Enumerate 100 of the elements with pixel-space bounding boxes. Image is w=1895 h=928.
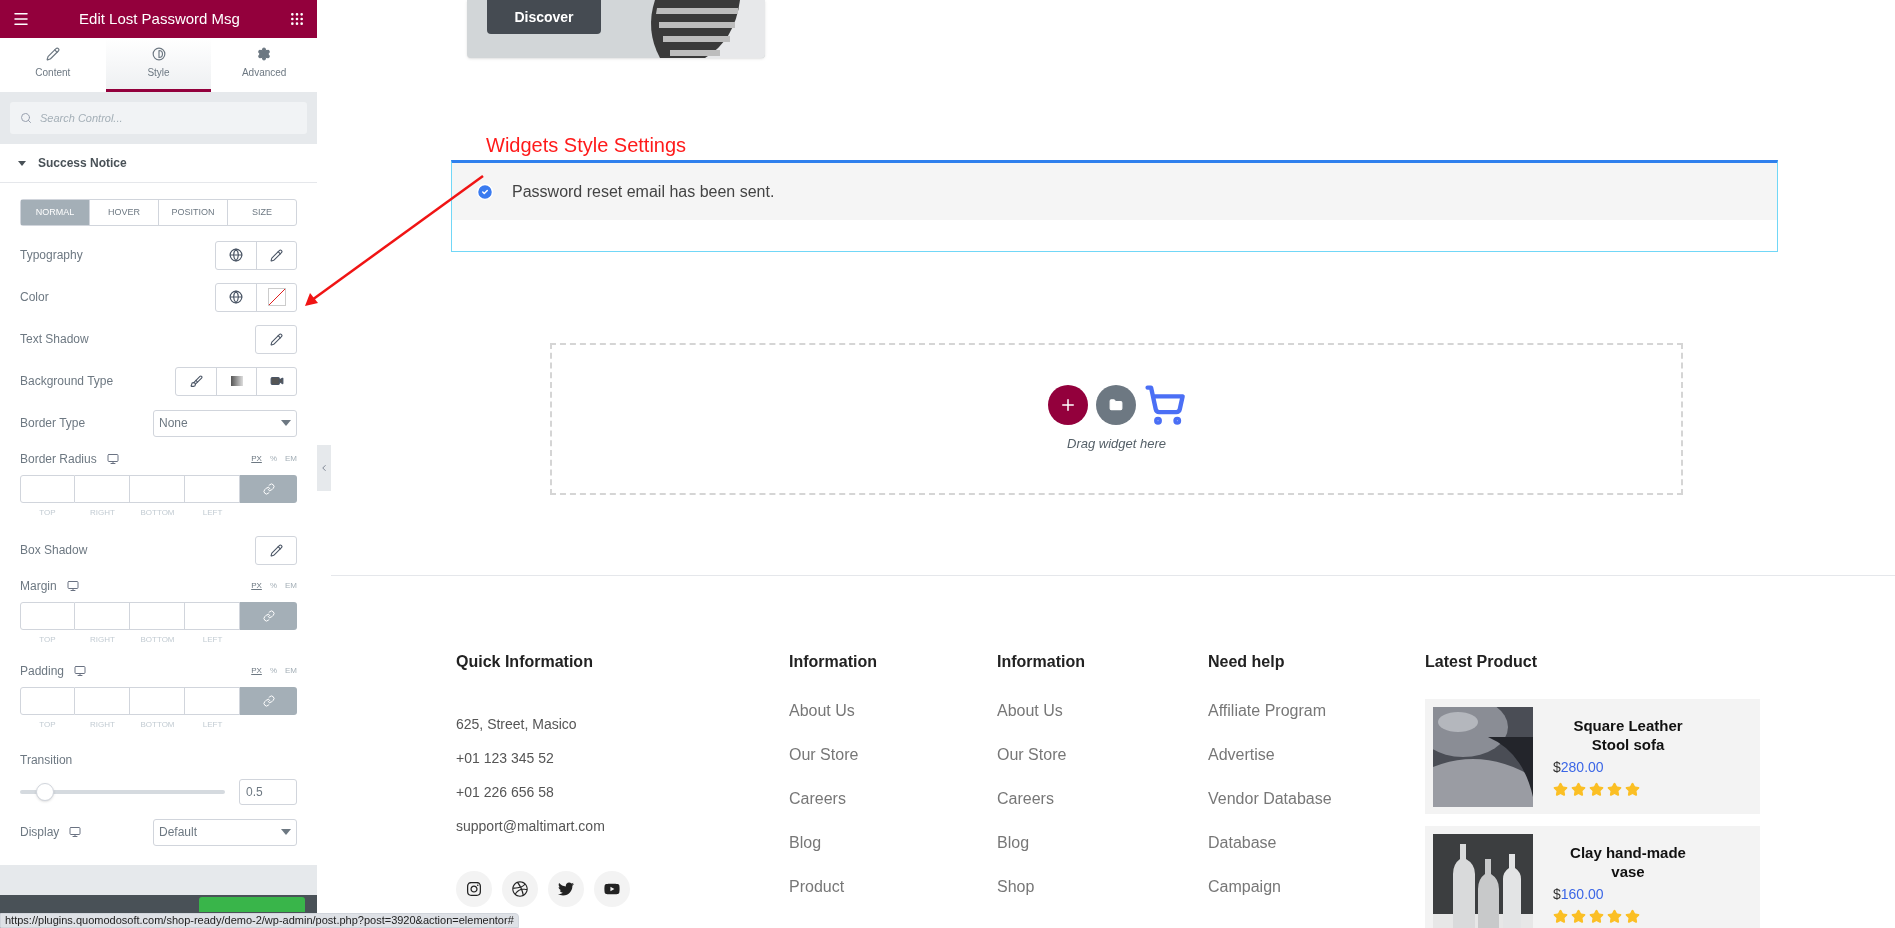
footer-link[interactable]: About Us (997, 699, 1208, 723)
control-label: Display (20, 824, 60, 841)
cart-icon[interactable] (1143, 384, 1186, 427)
star-icon (1607, 909, 1622, 924)
footer-link[interactable]: Careers (997, 787, 1208, 811)
dimension-input[interactable] (20, 602, 75, 630)
control-label: Padding (20, 663, 65, 680)
unit-option[interactable]: % (269, 453, 277, 465)
folder-icon (1108, 398, 1123, 413)
state-tab[interactable]: SIZE (227, 200, 296, 225)
product-card[interactable]: Clay hand-made vase $160.00 (1425, 826, 1760, 928)
star-icon (1553, 909, 1568, 924)
unit-option[interactable]: EM (285, 580, 297, 592)
product-name: Square Leather Stool sofa (1572, 716, 1684, 754)
unit-option[interactable]: PX (251, 453, 262, 465)
contact-line: +01 226 656 58 (456, 783, 555, 802)
footer-link[interactable]: Our Store (997, 743, 1208, 767)
footer-link[interactable]: Advertise (1208, 743, 1425, 767)
caret-icon (281, 420, 291, 426)
video-icon (269, 374, 284, 388)
product-card[interactable]: Square Leather Stool sofa $280.00 (1425, 699, 1760, 814)
chevron-left-icon (319, 463, 329, 473)
pencil-icon (269, 332, 283, 346)
value-field[interactable]: 0.5 (239, 779, 297, 805)
footer-link[interactable]: Blog (997, 831, 1208, 855)
unit-option[interactable]: EM (285, 453, 297, 465)
dribbble-icon[interactable] (502, 871, 538, 907)
add-section-button[interactable] (1047, 385, 1088, 426)
update-button[interactable] (199, 897, 305, 912)
link-values-button[interactable] (240, 602, 297, 630)
dimension-input[interactable] (20, 475, 75, 503)
pencil-icon (269, 543, 283, 557)
unit-option[interactable]: PX (251, 580, 262, 592)
widgets-grid-icon[interactable] (289, 11, 305, 27)
footer-heading: Information (997, 652, 1086, 672)
unit-option[interactable]: % (269, 580, 277, 592)
notice-text: Password reset email has been sent. (512, 181, 775, 202)
pencil-icon (270, 248, 283, 262)
select-field[interactable]: None (153, 409, 297, 437)
footer-link[interactable]: Database (1208, 831, 1425, 855)
control-label: Typography (20, 247, 83, 264)
dimension-input[interactable] (75, 475, 130, 503)
gradient-icon (230, 376, 243, 386)
template-button[interactable] (1095, 385, 1136, 426)
panel-tab[interactable]: Content (0, 38, 106, 92)
star-icon (1607, 782, 1622, 797)
discover-button[interactable]: Discover (487, 0, 601, 34)
panel-tab[interactable]: Advanced (211, 38, 317, 92)
dimension-input[interactable] (130, 602, 185, 630)
status-bar: https://plugins.quomodosoft.com/shop-ready/demo-2/wp-admin/post.php?post=3920&action=elementor# (0, 913, 519, 928)
globe-icon (229, 248, 243, 262)
link-values-button[interactable] (240, 687, 297, 715)
control-label: Margin (20, 578, 57, 595)
collapse-handle[interactable] (317, 445, 331, 491)
section-header[interactable]: Success Notice (0, 144, 317, 183)
unit-option[interactable]: EM (285, 665, 297, 677)
state-tab[interactable]: HOVER (89, 200, 158, 225)
slider-thumb[interactable] (35, 783, 54, 801)
footer-link[interactable]: About Us (789, 699, 997, 723)
control-label: Color (20, 289, 49, 306)
contact-line: 625, Street, Masico (456, 715, 578, 734)
panel-title: Edit Lost Password Msg (79, 8, 240, 29)
dimension-input[interactable] (130, 687, 185, 715)
footer-link[interactable]: Campaign (1208, 875, 1425, 899)
unit-option[interactable]: % (269, 665, 277, 677)
unit-option[interactable]: PX (251, 665, 262, 677)
dimension-input[interactable] (130, 475, 185, 503)
control-label: Background Type (20, 373, 114, 390)
select-field[interactable]: Default (153, 818, 297, 846)
dimension-input[interactable] (75, 602, 130, 630)
footer-heading: Need help (1208, 652, 1286, 672)
globe-icon (229, 290, 243, 304)
star-icon (1589, 782, 1604, 797)
empty-color-icon (267, 288, 286, 306)
product-name: Clay hand-made vase (1569, 843, 1687, 881)
twitter-icon[interactable] (548, 871, 584, 907)
footer-link[interactable]: Affiliate Program (1208, 699, 1425, 723)
youtube-icon[interactable] (594, 871, 630, 907)
footer-link[interactable]: Our Store (789, 743, 997, 767)
footer-link[interactable]: Vendor Database (1208, 787, 1425, 811)
control-label: Border Type (20, 415, 86, 432)
state-tab[interactable]: POSITION (158, 200, 227, 225)
star-icon (1625, 782, 1640, 797)
star-icon (1571, 909, 1586, 924)
dimension-input[interactable] (20, 687, 75, 715)
instagram-icon[interactable] (456, 871, 492, 907)
footer-link[interactable]: Blog (789, 831, 997, 855)
link-values-button[interactable] (240, 475, 297, 503)
star-icon (1553, 782, 1568, 797)
contrast-icon (151, 47, 166, 61)
control-label: Border Radius (20, 451, 97, 468)
menu-icon[interactable] (12, 10, 30, 28)
footer-link[interactable]: Product (789, 875, 997, 899)
check-icon (476, 182, 494, 201)
dimension-input[interactable] (75, 687, 130, 715)
contact-line: +01 123 345 52 (456, 749, 555, 768)
footer-link[interactable]: Careers (789, 787, 997, 811)
product-price: $160.00 (1553, 885, 1605, 904)
footer-link[interactable]: Shop (997, 875, 1208, 899)
control-label: Text Shadow (20, 331, 89, 348)
